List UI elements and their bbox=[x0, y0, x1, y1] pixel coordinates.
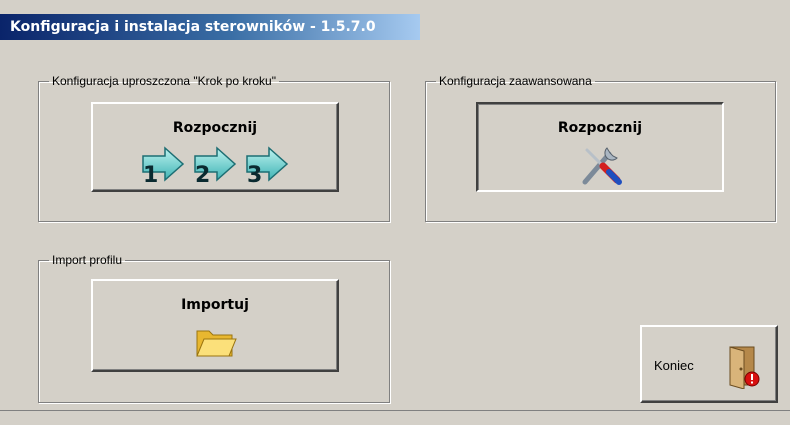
advanced-config-start-button[interactable]: Rozpocznij bbox=[476, 102, 724, 192]
simple-config-start-button[interactable]: Rozpocznij 1 2 3 bbox=[91, 102, 339, 192]
simple-config-start-label: Rozpocznij bbox=[172, 120, 258, 136]
import-profile-label: Importuj bbox=[181, 297, 249, 313]
main-window: Konfiguracja i instalacja sterowników - … bbox=[0, 0, 790, 425]
step-arrow-3: 3 bbox=[246, 146, 289, 184]
step-number-2: 2 bbox=[195, 163, 210, 184]
advanced-config-legend: Konfiguracja zaawansowana bbox=[439, 74, 592, 88]
top-strip bbox=[0, 0, 790, 14]
advanced-config-start-label: Rozpocznij bbox=[557, 120, 643, 136]
import-profile-legend: Import profilu bbox=[52, 253, 123, 267]
simple-config-legend: Konfiguracja uproszczona "Krok po kroku" bbox=[52, 74, 276, 88]
step-arrow-2: 2 bbox=[194, 146, 237, 184]
exit-button[interactable]: Koniec bbox=[640, 325, 778, 403]
window-title: Konfiguracja i instalacja sterowników - … bbox=[0, 14, 420, 40]
door-exit-icon bbox=[729, 346, 760, 389]
step-arrow-1: 1 bbox=[142, 146, 185, 184]
arrow-steps-icon: 1 2 3 bbox=[142, 146, 289, 184]
screwdriver-wrench-icon bbox=[582, 147, 622, 185]
open-folder-icon bbox=[196, 330, 237, 357]
import-profile-button[interactable]: Importuj bbox=[91, 279, 339, 372]
exit-label: Koniec bbox=[654, 358, 694, 373]
bottom-border bbox=[0, 410, 790, 411]
step-number-1: 1 bbox=[143, 163, 158, 184]
step-number-3: 3 bbox=[247, 163, 262, 184]
